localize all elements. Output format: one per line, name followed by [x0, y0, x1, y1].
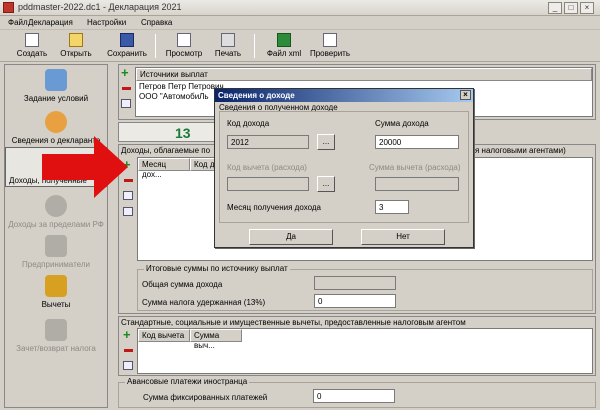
document-pen-icon — [45, 319, 67, 341]
maximize-button[interactable]: □ — [564, 2, 578, 14]
column-month[interactable]: Месяц дох... — [138, 158, 190, 179]
sidebar-item-income-abroad[interactable]: Доходы за пределами РФ — [5, 195, 107, 229]
toolbar-separator — [254, 34, 255, 58]
red-arrow-annotation — [42, 136, 128, 198]
folder-open-icon — [69, 33, 83, 47]
menu-bar: Файл Декларация Настройки Справка — [0, 16, 600, 30]
income-sum-field[interactable]: 20000 — [375, 135, 459, 149]
advance-field[interactable]: 0 — [313, 389, 395, 403]
column-deduction-sum[interactable]: Сумма выч... — [190, 329, 242, 350]
floppy-disk-icon — [120, 33, 134, 47]
add-source-icon[interactable]: + — [121, 66, 129, 79]
check-button[interactable]: Проверить — [308, 32, 352, 60]
menu-help[interactable]: Справка — [141, 18, 172, 27]
income-code-label: Код дохода — [227, 119, 270, 128]
deduction-code-label: Код вычета (расхода) — [227, 163, 307, 172]
totals-legend: Итоговые суммы по источнику выплат — [144, 264, 290, 273]
sidebar-item-tax-offset[interactable]: Зачет/возврат налога — [5, 319, 107, 353]
menu-declaration[interactable]: Декларация — [28, 18, 73, 27]
menu-settings[interactable]: Настройки — [87, 18, 126, 27]
open-button[interactable]: Открыть — [58, 32, 94, 60]
income-panel-title-right: я налоговыми агентами) — [475, 146, 566, 155]
tax-withheld-field[interactable]: 0 — [314, 294, 396, 308]
arrow-shape — [42, 136, 128, 198]
cancel-button[interactable]: Нет — [361, 229, 445, 245]
app-icon — [3, 2, 14, 13]
column-deduction-code[interactable]: Код вычета — [138, 329, 190, 342]
advance-group: Авансовые платежи иностранца Сумма фикси… — [118, 377, 596, 408]
income-sum-label: Сумма дохода — [375, 119, 429, 128]
gears-icon — [45, 235, 67, 257]
person-icon — [45, 111, 67, 133]
xml-file-icon — [277, 33, 291, 47]
remove-deduction-icon[interactable] — [124, 349, 133, 352]
xml-file-button[interactable]: Файл xml — [262, 32, 306, 60]
new-document-icon — [25, 33, 39, 47]
close-button[interactable]: × — [580, 2, 594, 14]
advance-label: Сумма фиксированных платежей — [143, 393, 268, 402]
minimize-button[interactable]: _ — [548, 2, 562, 14]
total-income-label: Общая сумма дохода — [142, 280, 223, 289]
ok-button[interactable]: Да — [249, 229, 333, 245]
money-bag-icon — [45, 195, 67, 217]
check-document-icon — [323, 33, 337, 47]
dialog-close-button[interactable]: × — [460, 90, 471, 100]
coins-icon — [45, 275, 67, 297]
month-label: Месяц получения дохода — [227, 203, 321, 212]
print-button[interactable]: Печать — [210, 32, 246, 60]
edit-deduction-icon[interactable] — [123, 361, 133, 370]
dialog-title: Сведения о доходе — [218, 91, 295, 100]
income-code-browse-button[interactable]: ... — [317, 134, 335, 150]
sidebar-item-deductions[interactable]: Вычеты — [5, 275, 107, 309]
save-button[interactable]: Сохранить — [104, 32, 150, 60]
hierarchy-icon — [45, 69, 67, 91]
income-panel-title: Доходы, облагаемые по — [121, 146, 211, 155]
edit-source-icon[interactable] — [121, 99, 131, 108]
printer-icon — [221, 33, 235, 47]
sidebar: Задание условий Сведения о декларанте До… — [4, 64, 108, 408]
income-dialog: Сведения о доходе × Сведения о полученно… — [214, 88, 474, 248]
sidebar-item-conditions[interactable]: Задание условий — [5, 69, 107, 103]
toolbar-separator — [155, 34, 156, 58]
sources-header: Источники выплат — [136, 68, 592, 81]
advance-legend: Авансовые платежи иностранца — [125, 377, 250, 386]
total-income-field — [314, 276, 396, 290]
step-number: 13 — [175, 125, 191, 141]
preview-button[interactable]: Просмотр — [162, 32, 206, 60]
deduction-sum-label: Сумма вычета (расхода) — [369, 163, 461, 172]
month-field[interactable]: 3 — [375, 200, 409, 214]
title-bar: pddmaster-2022.dc1 - Декларация 2021 _ □… — [0, 0, 600, 16]
sidebar-item-entrepreneurs[interactable]: Предприниматели — [5, 235, 107, 269]
deduction-sum-field — [375, 177, 459, 191]
menu-file[interactable]: Файл — [8, 18, 28, 27]
window-title: pddmaster-2022.dc1 - Декларация 2021 — [18, 2, 182, 12]
deduction-code-field — [227, 177, 309, 191]
preview-document-icon — [177, 33, 191, 47]
dialog-title-bar: Сведения о доходе × — [215, 89, 473, 102]
deductions-legend: Стандартные, социальные и имущественные … — [121, 318, 466, 327]
income-code-field: 2012 — [227, 135, 309, 149]
deduction-code-browse-button[interactable]: ... — [317, 176, 335, 192]
deductions-table: Код вычета Сумма выч... — [137, 328, 593, 374]
add-deduction-icon[interactable]: + — [123, 328, 131, 341]
tax-withheld-label: Сумма налога удержанная (13%) — [142, 298, 266, 307]
deductions-panel: Стандартные, социальные и имущественные … — [118, 316, 596, 376]
create-button[interactable]: Создать — [14, 32, 50, 60]
totals-group: Итоговые суммы по источнику выплат Общая… — [137, 264, 593, 311]
toolbar: Создать Открыть Сохранить Просмотр Печат… — [0, 30, 600, 62]
remove-source-icon[interactable] — [122, 87, 131, 90]
copy-income-icon[interactable] — [123, 207, 133, 216]
step-badge: 13 — [118, 122, 228, 142]
